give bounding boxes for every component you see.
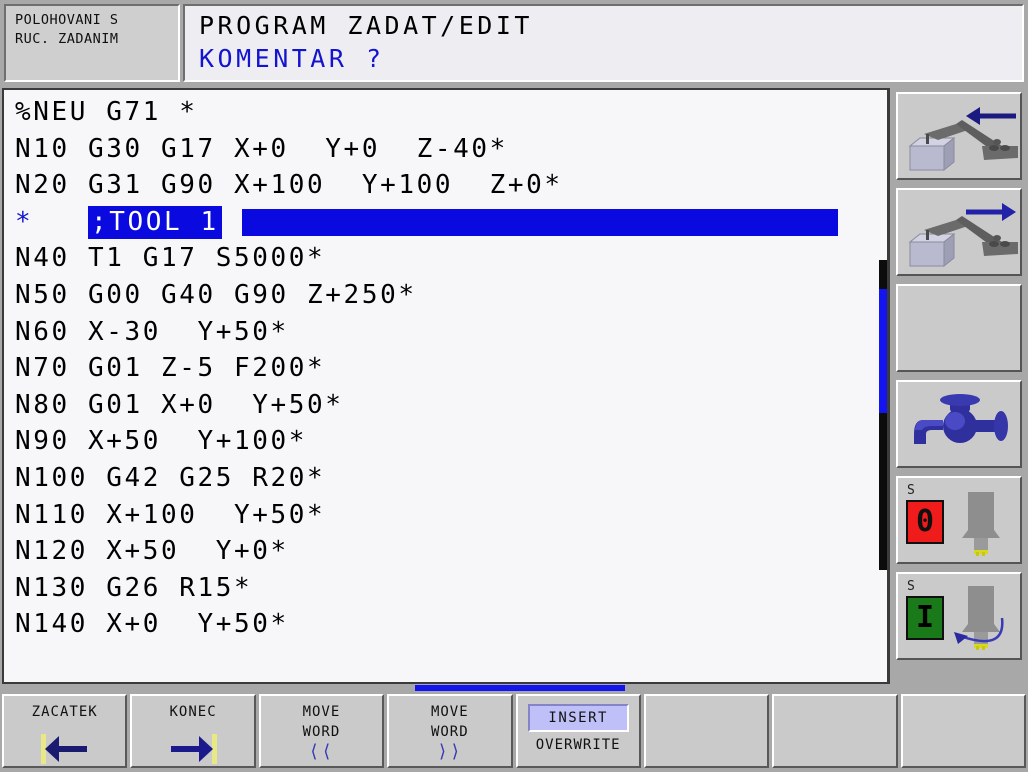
page-title: PROGRAM ZADAT/EDIT [199,11,533,40]
softkey-label: KONEC [169,704,217,720]
faucet-icon [898,382,1020,466]
program-line[interactable]: N110 X+100 Y+50* [15,497,887,534]
program-line-text: N80 G01 X+0 Y+50* [15,389,344,420]
chevron-icon: ⟩⟩ [436,741,463,762]
program-line[interactable]: %NEU G71 * [15,94,887,131]
program-line[interactable]: N100 G42 G25 R20* [15,460,887,497]
program-line-text: N40 T1 G17 S5000* [15,243,326,274]
vkey-machine-right[interactable] [896,188,1022,276]
softkey-3[interactable]: MOVE WORD ⟨⟨ [258,694,385,768]
program-line[interactable]: N10 G30 G17 X+0 Y+0 Z-40* [15,131,887,168]
vkey-blank[interactable] [896,284,1022,372]
vkey-machine-left[interactable] [896,92,1022,180]
program-line-text: N10 G30 G17 X+0 Y+0 Z-40* [15,133,508,164]
header-bar: POLOHOVANI S RUC. ZADANIM PROGRAM ZADAT/… [0,0,1028,86]
insert-mode-option[interactable]: INSERT [527,704,629,732]
softkey-label: WORD [302,724,341,740]
prompt-text: KOMENTAR ? [199,44,385,73]
softkey-6[interactable] [643,694,770,768]
program-line[interactable]: * ;TOOL 1 [15,204,887,241]
machine-function-column: S 0 S I [893,88,1026,684]
program-line[interactable]: N50 G00 G40 G90 Z+250* [15,277,887,314]
softkey-1[interactable]: ZACATEK [2,694,128,768]
program-line[interactable]: N130 G26 R15* [15,570,887,607]
comment-entry-field[interactable] [241,208,838,236]
vkey-coolant[interactable] [896,380,1022,468]
program-line-text: N60 X-30 Y+50* [15,316,289,347]
program-line-text: N50 G00 G40 G90 Z+250* [15,279,417,310]
program-line-text: N110 X+100 Y+50* [15,499,326,530]
program-line[interactable]: N70 G01 Z-5 F200* [15,350,887,387]
softkey-4[interactable]: MOVE WORD ⟩⟩ [387,694,513,768]
vkey-spindle-stop[interactable]: S 0 [896,476,1022,564]
program-line-text: N90 X+50 Y+100* [15,426,308,457]
program-line-text: N70 G01 Z-5 F200* [15,353,326,384]
scrollbar-thumb[interactable] [879,289,887,414]
softkey-7[interactable] [772,694,898,768]
control-screen: POLOHOVANI S RUC. ZADANIM PROGRAM ZADAT/… [0,0,1028,772]
program-line-text: N120 X+50 Y+0* [15,536,289,567]
program-line[interactable]: N90 X+50 Y+100* [15,423,887,460]
overwrite-mode-option[interactable]: OVERWRITE [518,732,639,758]
arrow-left-to-bar-icon [4,728,125,766]
program-line-text: %NEU G71 * [15,97,198,127]
program-line-text: N20 G31 G90 X+100 Y+100 Z+0* [15,170,563,201]
softkey-label: WORD [430,724,469,740]
vertical-scrollbar[interactable] [879,260,887,570]
program-line[interactable]: N60 X-30 Y+50* [15,314,887,351]
softkey-label: MOVE [430,704,469,720]
program-line-text: N130 G26 R15* [15,572,253,603]
selected-word[interactable]: ;TOOL 1 [88,205,222,239]
vkey-spindle-run[interactable]: S I [896,572,1022,660]
machine-arm-arrow-right-icon [898,190,1020,274]
softkey-page-marker-row [0,684,1028,692]
softkey-5[interactable]: INSERT OVERWRITE [515,694,641,768]
softkey-8[interactable] [900,694,1026,768]
softkey-2[interactable]: KONEC [130,694,256,768]
program-line-text: N140 X+0 Y+50* [15,609,289,640]
softkey-label: MOVE [302,704,341,720]
program-line-text: N100 G42 G25 R20* [15,462,326,493]
operating-mode-box: POLOHOVANI S RUC. ZADANIM [4,4,180,82]
program-line-list: %NEU G71 * N10 G30 G17 X+0 Y+0 Z-40* N20 G… [4,90,887,643]
chevron-icon: ⟨⟨ [308,741,335,762]
program-line[interactable]: N40 T1 G17 S5000* [15,240,887,277]
softkey-bar: ZACATEK KONEC MOVE WORD ⟨⟨ MOVE WORD ⟩⟩ INSERT OV… [0,692,1028,772]
program-line[interactable]: N120 X+50 Y+0* [15,533,887,570]
program-editor[interactable]: %NEU G71 * N10 G30 G17 X+0 Y+0 Z-40* N20 G… [2,88,890,684]
program-line-text: * [15,206,89,237]
program-line[interactable]: N80 G01 X+0 Y+50* [15,387,887,424]
program-line[interactable]: N20 G31 G90 X+100 Y+100 Z+0* [15,167,887,204]
title-box: PROGRAM ZADAT/EDIT KOMENTAR ? [183,4,1024,82]
mode-line-1: POLOHOVANI S [15,12,119,28]
machine-arm-arrow-left-icon [898,94,1020,178]
softkey-label: ZACATEK [31,704,98,720]
mode-line-2: RUC. ZADANIM [15,31,119,47]
program-line[interactable]: N140 X+0 Y+50* [15,606,887,643]
arrow-right-to-bar-icon [132,728,253,766]
softkey-page-marker [415,685,625,691]
